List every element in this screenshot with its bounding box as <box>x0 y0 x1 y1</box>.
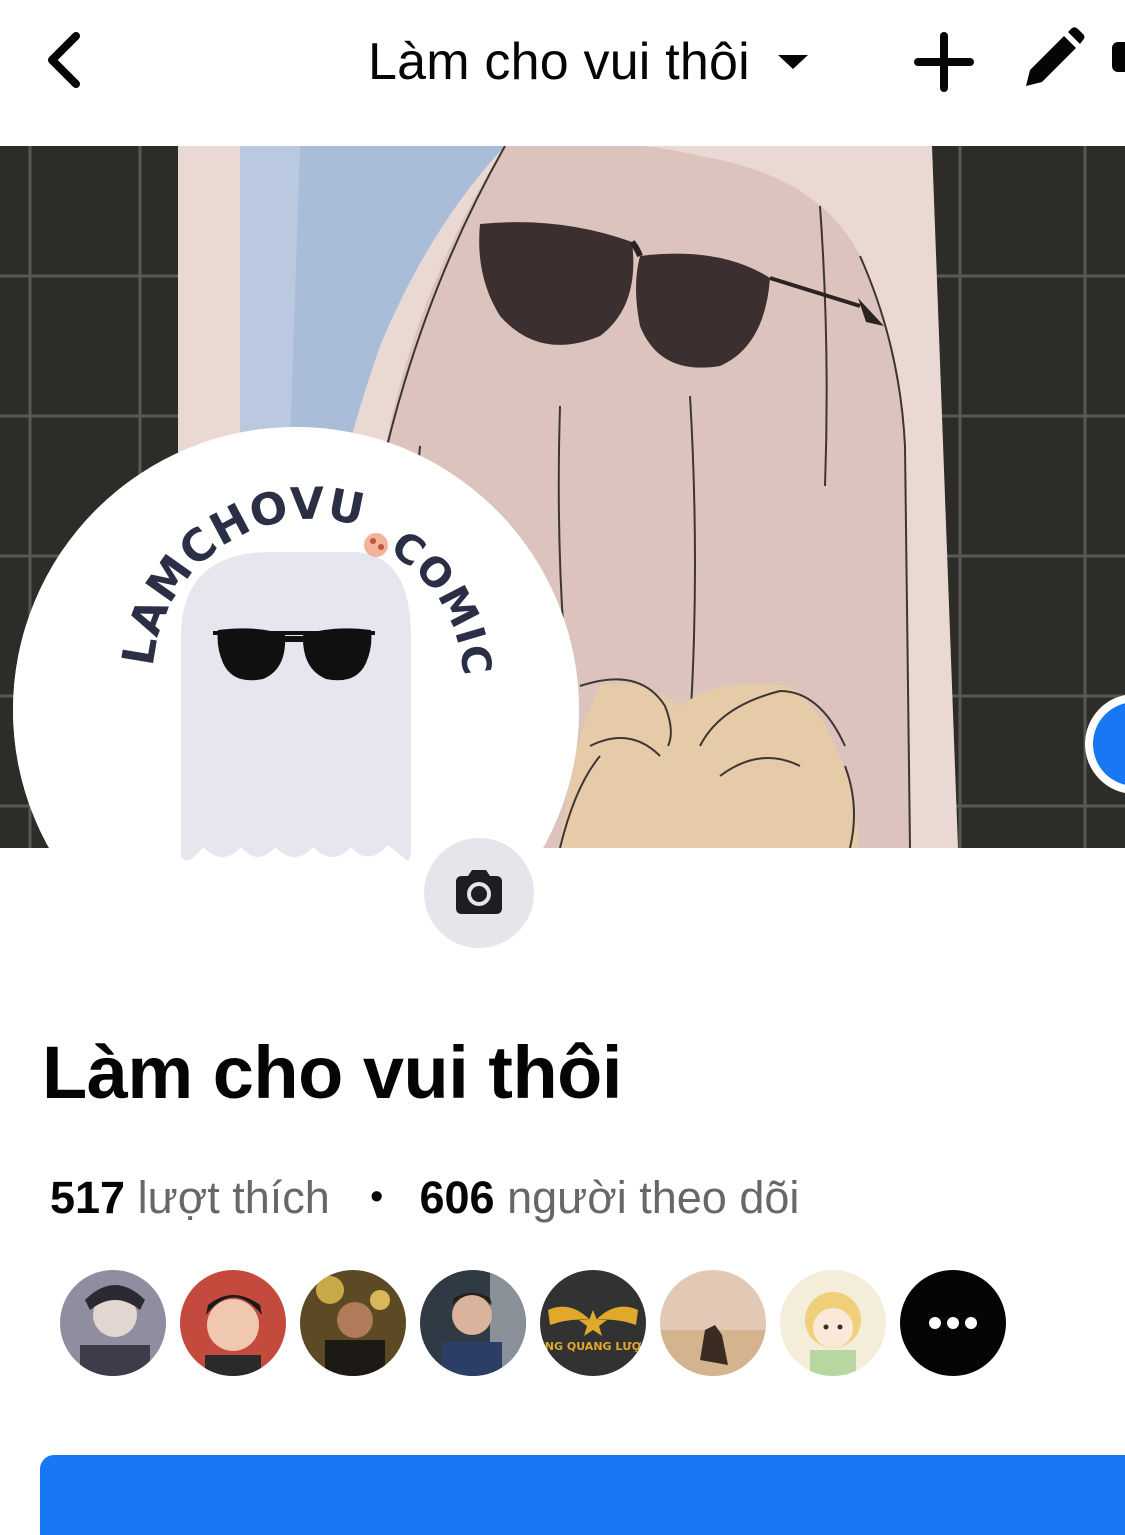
edit-button[interactable] <box>1018 26 1086 94</box>
add-button[interactable] <box>912 30 976 94</box>
camera-icon <box>456 870 502 914</box>
likes-label: lượt thích <box>137 1172 330 1223</box>
primary-action-button[interactable] <box>40 1455 1125 1535</box>
pencil-icon <box>1026 27 1085 86</box>
chevron-left-icon <box>48 32 80 88</box>
friend-avatar[interactable] <box>780 1270 886 1376</box>
page-title: Làm cho vui thôi <box>368 33 750 91</box>
followers-label: người theo dõi <box>507 1172 800 1223</box>
more-friends-button[interactable] <box>900 1270 1006 1376</box>
plus-icon <box>914 32 974 92</box>
back-button[interactable] <box>36 28 96 92</box>
top-bar: Làm cho vui thôi <box>0 0 1125 146</box>
caret-down-icon <box>777 55 808 69</box>
friend-badge-text: NG QUANG LƯỢ <box>545 1340 642 1353</box>
change-profile-picture-button[interactable] <box>424 838 534 948</box>
stats-separator: • <box>370 1175 383 1216</box>
friend-avatar[interactable]: NG QUANG LƯỢ <box>540 1270 646 1376</box>
page-stats: 517 lượt thích • 606 người theo dõi <box>50 1172 799 1224</box>
friend-avatar[interactable] <box>60 1270 166 1376</box>
likes-count: 517 <box>50 1172 126 1223</box>
friend-avatar[interactable] <box>420 1270 526 1376</box>
friend-avatar[interactable] <box>660 1270 766 1376</box>
page-name: Làm cho vui thôi <box>42 1031 622 1114</box>
more-icon <box>929 1317 941 1329</box>
friend-avatar[interactable] <box>180 1270 286 1376</box>
friend-avatar[interactable] <box>300 1270 406 1376</box>
page-switcher[interactable]: Làm cho vui thôi <box>368 22 808 102</box>
messenger-icon <box>1093 702 1125 786</box>
followers-count: 606 <box>419 1172 495 1223</box>
more-icon[interactable] <box>1112 42 1125 72</box>
